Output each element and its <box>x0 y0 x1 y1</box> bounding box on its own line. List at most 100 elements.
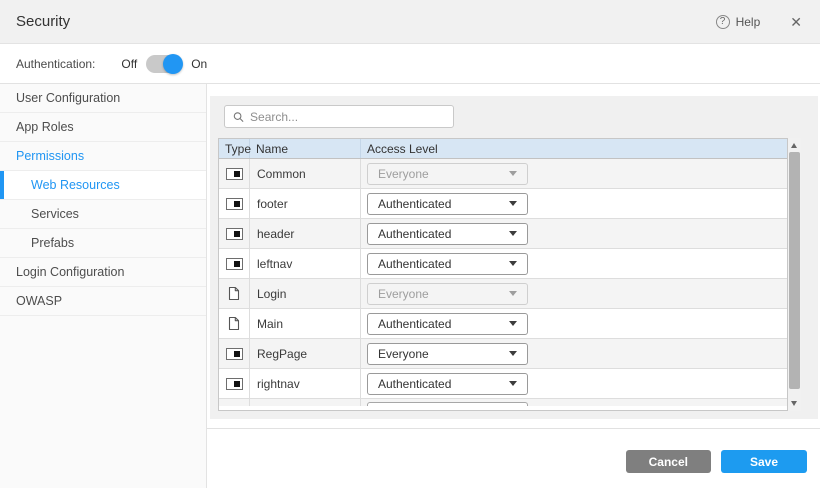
column-header-name: Name <box>250 139 361 158</box>
table-row-partial <box>219 399 787 406</box>
search-box[interactable] <box>224 105 454 128</box>
page-icon <box>228 316 240 331</box>
access-level-select[interactable]: Authenticated <box>367 373 528 395</box>
access-level-value: Everyone <box>378 347 429 361</box>
chevron-down-icon <box>509 261 517 266</box>
resource-name: leftnav <box>250 249 361 278</box>
table-header: TypeNameAccess Level <box>219 139 787 159</box>
sidebar-item-label: User Configuration <box>16 91 120 105</box>
help-icon: ? <box>716 15 730 29</box>
access-level-select[interactable]: Authenticated <box>367 313 528 335</box>
chevron-down-icon <box>509 171 517 176</box>
search-icon <box>233 111 244 123</box>
access-cell <box>361 399 787 406</box>
scroll-down-icon[interactable] <box>791 401 797 406</box>
help-button[interactable]: ? Help <box>716 15 761 29</box>
access-cell: Everyone <box>361 279 787 308</box>
sidebar-item-web-resources[interactable]: Web Resources <box>0 171 206 200</box>
scroll-up-icon[interactable] <box>791 143 797 148</box>
type-cell <box>219 279 250 308</box>
authentication-label: Authentication: <box>16 57 95 71</box>
table-row-main: Main Authenticated <box>219 309 787 339</box>
sidebar-item-services[interactable]: Services <box>0 200 206 229</box>
access-level-select[interactable]: Everyone <box>367 283 528 305</box>
main-content: TypeNameAccess Level Common Everyone <box>207 84 820 488</box>
toggle-on-label: On <box>191 57 207 71</box>
resource-name: header <box>250 219 361 248</box>
access-level-value: Authenticated <box>378 257 451 271</box>
search-input[interactable] <box>250 110 445 124</box>
type-cell <box>219 309 250 338</box>
access-cell: Authenticated <box>361 189 787 218</box>
partial-page-icon <box>226 198 243 210</box>
access-cell: Authenticated <box>361 309 787 338</box>
table-wrap: TypeNameAccess Level Common Everyone <box>218 138 818 411</box>
sidebar-item-user-configuration[interactable]: User Configuration <box>0 84 206 113</box>
scrollbar-thumb[interactable] <box>789 152 800 389</box>
close-icon[interactable]: ✕ <box>790 15 802 29</box>
sidebar-item-login-configuration[interactable]: Login Configuration <box>0 258 206 287</box>
sidebar-item-owasp[interactable]: OWASP <box>0 287 206 316</box>
sidebar-item-label: App Roles <box>16 120 74 134</box>
resources-panel: TypeNameAccess Level Common Everyone <box>210 96 818 419</box>
sidebar-item-label: Web Resources <box>31 178 120 192</box>
access-level-select[interactable]: Everyone <box>367 163 528 185</box>
access-level-select[interactable]: Authenticated <box>367 223 528 245</box>
chevron-down-icon <box>509 351 517 356</box>
sidebar-item-label: Permissions <box>16 149 84 163</box>
page-icon <box>228 286 240 301</box>
footer-actions: Cancel Save <box>207 429 820 473</box>
title-bar: Security ? Help ✕ <box>0 0 820 44</box>
access-level-value: Everyone <box>378 287 429 301</box>
name-cell <box>250 399 361 406</box>
type-cell <box>219 369 250 398</box>
type-cell <box>219 399 250 406</box>
type-cell <box>219 249 250 278</box>
resource-name: footer <box>250 189 361 218</box>
access-cell: Everyone <box>361 159 787 188</box>
sidebar: User Configuration App Roles Permissions… <box>0 84 207 488</box>
sidebar-item-prefabs[interactable]: Prefabs <box>0 229 206 258</box>
access-cell: Authenticated <box>361 219 787 248</box>
access-level-value: Authenticated <box>378 227 451 241</box>
table-row-regpage: RegPage Everyone <box>219 339 787 369</box>
chevron-down-icon <box>509 291 517 296</box>
partial-page-icon <box>226 168 243 180</box>
resource-name: rightnav <box>250 369 361 398</box>
access-level-select[interactable]: Everyone <box>367 343 528 365</box>
access-cell: Authenticated <box>361 249 787 278</box>
access-level-select[interactable]: Authenticated <box>367 193 528 215</box>
help-label: Help <box>736 15 761 29</box>
access-level-value: Authenticated <box>378 317 451 331</box>
column-header-type: Type <box>219 139 250 158</box>
page-title: Security <box>16 13 70 30</box>
cancel-button[interactable]: Cancel <box>626 450 711 473</box>
chevron-down-icon <box>509 231 517 236</box>
access-level-select[interactable] <box>367 402 528 406</box>
resources-table: TypeNameAccess Level Common Everyone <box>218 138 788 411</box>
column-header-access-level: Access Level <box>361 139 787 158</box>
type-cell <box>219 159 250 188</box>
partial-page-icon <box>226 258 243 270</box>
access-level-value: Everyone <box>378 167 429 181</box>
table-row-rightnav: rightnav Authenticated <box>219 369 787 399</box>
chevron-down-icon <box>509 381 517 386</box>
resource-name: RegPage <box>250 339 361 368</box>
table-scrollbar[interactable] <box>788 138 801 411</box>
table-row-common: Common Everyone <box>219 159 787 189</box>
save-button[interactable]: Save <box>721 450 807 473</box>
body: User Configuration App Roles Permissions… <box>0 84 820 488</box>
access-level-select[interactable]: Authenticated <box>367 253 528 275</box>
sidebar-item-label: Services <box>31 207 79 221</box>
table-row-login: Login Everyone <box>219 279 787 309</box>
authentication-toggle[interactable] <box>146 55 182 73</box>
access-level-value: Authenticated <box>378 197 451 211</box>
table-rows: Common Everyone footer Authenticated <box>219 159 787 399</box>
sidebar-item-permissions[interactable]: Permissions <box>0 142 206 171</box>
sidebar-item-app-roles[interactable]: App Roles <box>0 113 206 142</box>
sidebar-item-label: OWASP <box>16 294 62 308</box>
toggle-knob <box>163 54 183 74</box>
type-cell <box>219 339 250 368</box>
security-window: Security ? Help ✕ Authentication: Off On… <box>0 0 820 489</box>
table-row-leftnav: leftnav Authenticated <box>219 249 787 279</box>
